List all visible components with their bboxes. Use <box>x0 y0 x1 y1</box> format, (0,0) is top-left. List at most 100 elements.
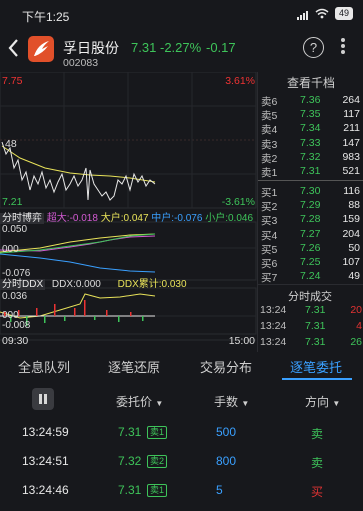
tick-volume: 26 <box>350 336 362 348</box>
table-row[interactable]: 13:24:51 7.32 卖2 800 卖 <box>0 454 363 482</box>
header: 孚日股份 002083 7.31 -2.27% -0.17 ? <box>0 30 363 72</box>
table-row[interactable]: 13:24:59 7.31 卖1 500 卖 <box>0 425 363 453</box>
bid-level-price: 7.27 <box>300 227 321 240</box>
pct-high-label: 3.61% <box>225 75 255 87</box>
order-time: 13:24:51 <box>22 454 69 468</box>
price-high-label: 7.75 <box>2 75 23 87</box>
bid-level-price: 7.25 <box>300 256 321 268</box>
bottom-tab-bar: 全息队列 逐笔还原 交易分布 逐笔委托 <box>0 352 363 380</box>
help-icon: ? <box>309 40 318 55</box>
signal-icon <box>296 8 309 20</box>
table-header: 委托价 ▼ 手数 ▼ 方向 ▼ <box>0 381 363 417</box>
order-direction: 卖 <box>311 456 324 470</box>
tab-full-queue[interactable]: 全息队列 <box>18 357 70 376</box>
bid-level-row: 买1 7.30 116 <box>258 185 363 199</box>
large-label: 大户: <box>100 213 124 224</box>
bid-level-price: 7.26 <box>300 241 321 254</box>
ask-level-label: 卖1 <box>261 167 278 179</box>
bid-level-price: 7.28 <box>300 213 321 226</box>
ddx-title: 分时DDX <box>0 279 46 290</box>
stock-name: 孚日股份 <box>63 40 119 56</box>
ask-level-row: 卖2 7.32 983 <box>258 151 363 165</box>
ask-level-price: 7.35 <box>300 108 321 121</box>
bid-level-volume: 88 <box>348 199 360 212</box>
mid-value: -0.076 <box>174 213 203 224</box>
bid-level-row: 买2 7.29 88 <box>258 199 363 213</box>
status-icons: 49 <box>296 7 353 20</box>
super-large-line <box>0 235 156 252</box>
ddx-label: DDX: <box>51 279 76 290</box>
bid-level-price: 7.30 <box>300 185 321 197</box>
mid-label: 中户: <box>151 213 175 224</box>
time-start-label: 09:30 <box>2 335 29 347</box>
ask-level-price: 7.31 <box>300 165 321 177</box>
bid-level-label: 买6 <box>261 258 278 270</box>
ask-level-volume: 117 <box>343 108 360 121</box>
more-menu-button[interactable] <box>335 36 351 58</box>
bid-level-label: 买1 <box>261 187 278 199</box>
ask-level-row: 卖5 7.35 117 <box>258 108 363 122</box>
table-row[interactable]: 13:24:46 7.31 卖1 5 买 <box>0 483 363 511</box>
order-level-tag: 卖2 <box>147 455 168 468</box>
tab-tick-restore[interactable]: 逐笔还原 <box>108 357 160 376</box>
price-low-label: 7.21 <box>2 196 23 208</box>
sort-down-icon: ▼ <box>155 399 164 408</box>
pause-button[interactable] <box>32 388 54 410</box>
ask-level-volume: 264 <box>342 94 360 106</box>
tab-trade-distribution[interactable]: 交易分布 <box>200 357 252 376</box>
tick-row: 13:24 7.31 26 <box>258 336 363 352</box>
ask-level-price: 7.36 <box>300 94 321 106</box>
ask-level-row: 卖4 7.34 211 <box>258 122 363 136</box>
help-button[interactable]: ? <box>303 37 324 58</box>
tick-price: 7.31 <box>305 304 326 316</box>
large-value: 0.047 <box>123 213 149 224</box>
ask-level-price: 7.34 <box>300 122 321 135</box>
time-end-label: 15:00 <box>228 335 255 347</box>
bid-level-label: 买3 <box>261 215 278 228</box>
ask-level-row: 卖6 7.36 264 <box>258 94 363 108</box>
bid-level-row: 买5 7.26 50 <box>258 242 363 256</box>
order-direction: 卖 <box>311 427 324 441</box>
back-button[interactable] <box>6 36 26 60</box>
change-amount: -0.17 <box>206 40 236 55</box>
ask-level-label: 卖2 <box>261 152 278 165</box>
ticks-divider <box>258 284 363 285</box>
average-price-line <box>1 145 156 183</box>
ask-level-label: 卖6 <box>261 96 278 108</box>
bid-level-label: 买4 <box>261 229 278 242</box>
ask-level-volume: 211 <box>343 122 360 135</box>
column-qty[interactable]: 手数 ▼ <box>214 393 249 410</box>
sort-down-icon: ▼ <box>241 399 250 408</box>
ask-level-price: 7.33 <box>300 136 321 149</box>
order-quantity: 800 <box>216 454 237 468</box>
ask-level-row: 卖3 7.33 147 <box>258 137 363 151</box>
column-price[interactable]: 委托价 ▼ <box>116 393 163 410</box>
intraday-chart[interactable]: 7.75 3.61% 48 7.21 -3.61% 分时博弈 超大:-0.018… <box>0 71 257 352</box>
bid-level-price: 7.24 <box>300 270 321 283</box>
tab-tick-orders[interactable]: 逐笔委托 <box>290 357 342 376</box>
view-full-depth-button[interactable]: 查看千档 <box>258 74 363 91</box>
tick-time: 13:24 <box>260 320 287 332</box>
app-logo <box>28 36 54 62</box>
bid-level-volume: 204 <box>342 227 360 240</box>
order-quantity: 5 <box>216 483 223 497</box>
tick-time: 13:24 <box>260 304 287 316</box>
bid-level-row: 买3 7.28 159 <box>258 213 363 227</box>
battery-icon: 49 <box>334 7 353 20</box>
tick-orders-table: 委托价 ▼ 手数 ▼ 方向 ▼ 13:24:59 7.31 卖1 500 卖 13:24:… <box>0 381 363 499</box>
ddx-header: 分时DDX DDX:0.000 DDX累计:0.030 <box>0 275 257 290</box>
status-time: 下午1:25 <box>22 10 70 24</box>
column-direction[interactable]: 方向 ▼ <box>305 393 340 410</box>
order-direction: 买 <box>311 485 324 499</box>
active-tab-indicator <box>282 378 352 380</box>
bidding-axis-top: 0.050 <box>2 224 28 235</box>
wifi-icon <box>315 8 329 19</box>
status-bar: 下午1:25 49 <box>0 0 363 30</box>
bid-level-volume: 159 <box>342 213 360 226</box>
order-price: 7.31 <box>118 425 142 439</box>
ddx-cumulative-label: DDX累计: <box>117 279 162 290</box>
order-price: 7.31 <box>118 483 142 497</box>
stock-code: 002083 <box>63 57 99 69</box>
ask-level-volume: 521 <box>342 165 360 177</box>
ticks-title: 分时成交 <box>288 291 332 303</box>
